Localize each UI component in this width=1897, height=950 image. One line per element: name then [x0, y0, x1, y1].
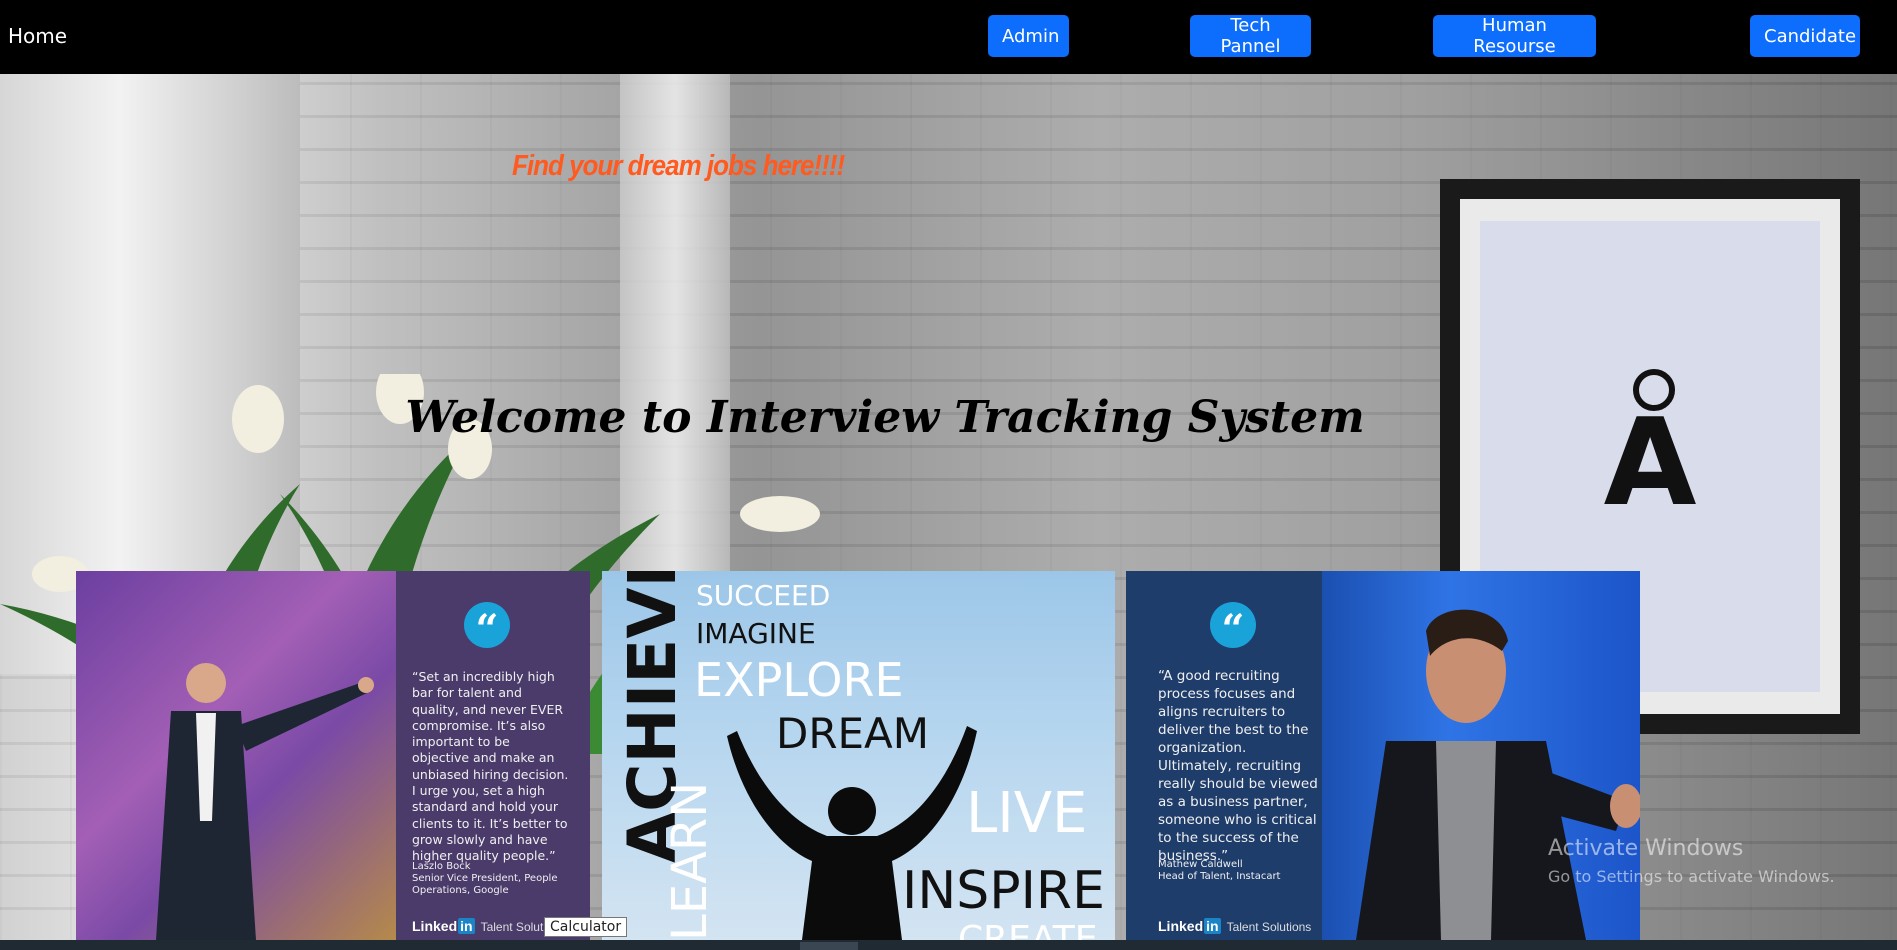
- quote-card-laszlo: “ “Set an incredibly high bar for talent…: [76, 571, 590, 940]
- word-inspire: INSPIRE: [902, 861, 1105, 921]
- word-create: CREATE: [958, 919, 1098, 940]
- navbar: Home Admin Tech Pannel Human Resourse Ca…: [0, 0, 1897, 74]
- speaker-figure: [156, 663, 374, 940]
- word-explore: EXPLORE: [694, 653, 904, 707]
- word-learn: LEARN: [662, 781, 718, 940]
- quote-author: Mathew Caldwell Head of Talent, Instacar…: [1158, 859, 1318, 883]
- author-name: Laszlo Bock: [412, 861, 471, 872]
- author-title: Head of Talent, Instacart: [1158, 871, 1281, 882]
- home-link[interactable]: Home: [8, 24, 67, 48]
- linkedin-logo: Linked in Talent Solutions: [1158, 918, 1312, 934]
- admin-button[interactable]: Admin: [988, 15, 1069, 57]
- activate-subtitle: Go to Settings to activate Windows.: [1548, 867, 1835, 886]
- word-imagine: IMAGINE: [696, 617, 816, 650]
- motivation-card: ACHIEVE LEARN SUCCEED IMAGINE EXPLORE DR…: [602, 571, 1115, 940]
- quote-text: “A good recruiting process focuses and a…: [1158, 668, 1318, 864]
- taskbar: [0, 940, 1897, 950]
- word-live: LIVE: [966, 781, 1088, 846]
- author-title: Senior Vice President, People Operations…: [412, 873, 558, 896]
- activate-title: Activate Windows: [1548, 836, 1744, 861]
- calculator-tooltip: Calculator: [544, 917, 628, 937]
- speaker-figure: [1356, 609, 1640, 940]
- taskbar-item[interactable]: [800, 942, 858, 950]
- quote-text: “Set an incredibly high bar for talent a…: [412, 669, 569, 864]
- welcome-title: Welcome to Interview Tracking System: [405, 392, 1365, 443]
- human-resource-button[interactable]: Human Resourse: [1433, 15, 1596, 57]
- author-name: Mathew Caldwell: [1158, 859, 1243, 870]
- candidate-button[interactable]: Candidate: [1750, 15, 1860, 57]
- quote-icon: “: [1210, 602, 1256, 653]
- linkedin-logo: Linked in Talent Solut: [412, 918, 544, 934]
- activate-windows-watermark: Activate Windows Go to Settings to activ…: [1548, 836, 1835, 886]
- quote-icon: “: [464, 602, 510, 653]
- quote-author: Laszlo Bock Senior Vice President, Peopl…: [412, 861, 572, 897]
- word-succeed: SUCCEED: [696, 579, 831, 612]
- tech-panel-button[interactable]: Tech Pannel: [1190, 15, 1311, 57]
- tagline: Find your dream jobs here!!!!: [512, 148, 845, 182]
